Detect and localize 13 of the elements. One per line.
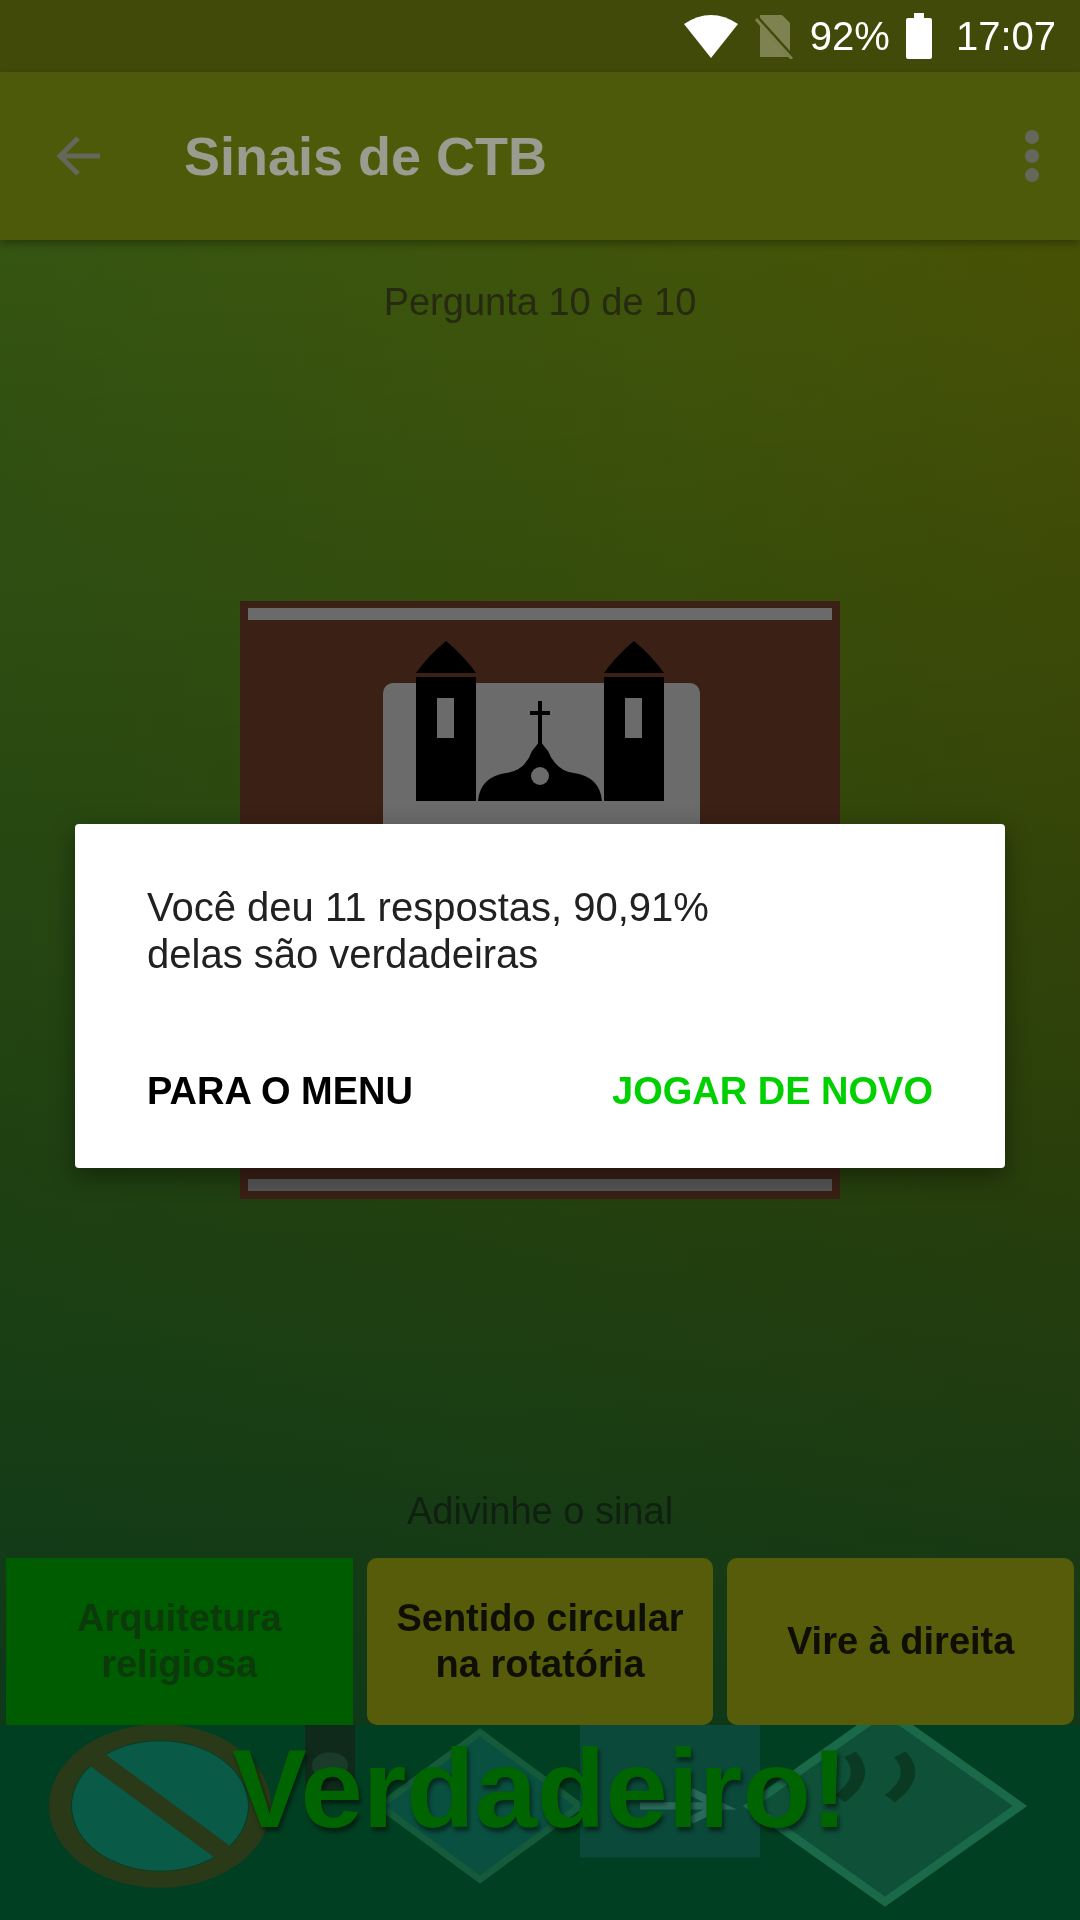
battery-percent: 92% <box>809 13 890 60</box>
more-options-icon[interactable] <box>1024 130 1040 182</box>
no-sim-icon <box>753 13 794 59</box>
app-title: Sinais de CTB <box>184 124 548 188</box>
answer-button[interactable]: Vire à direita <box>727 1558 1074 1725</box>
clock: 17:07 <box>955 13 1056 60</box>
wifi-icon <box>683 14 738 58</box>
answer-button[interactable]: Sentido circular na rotatória <box>366 1558 714 1725</box>
result-text: Verdadeiro! <box>231 1733 849 1845</box>
dialog-message: Você deu 11 respostas, 90,91% delas são verdadeiras <box>147 884 710 979</box>
dialog-button[interactable]: JOGAR DE NOVO <box>612 1063 933 1120</box>
dialog-button[interactable]: PARA O MENU <box>147 1063 413 1120</box>
battery-icon <box>905 13 932 59</box>
